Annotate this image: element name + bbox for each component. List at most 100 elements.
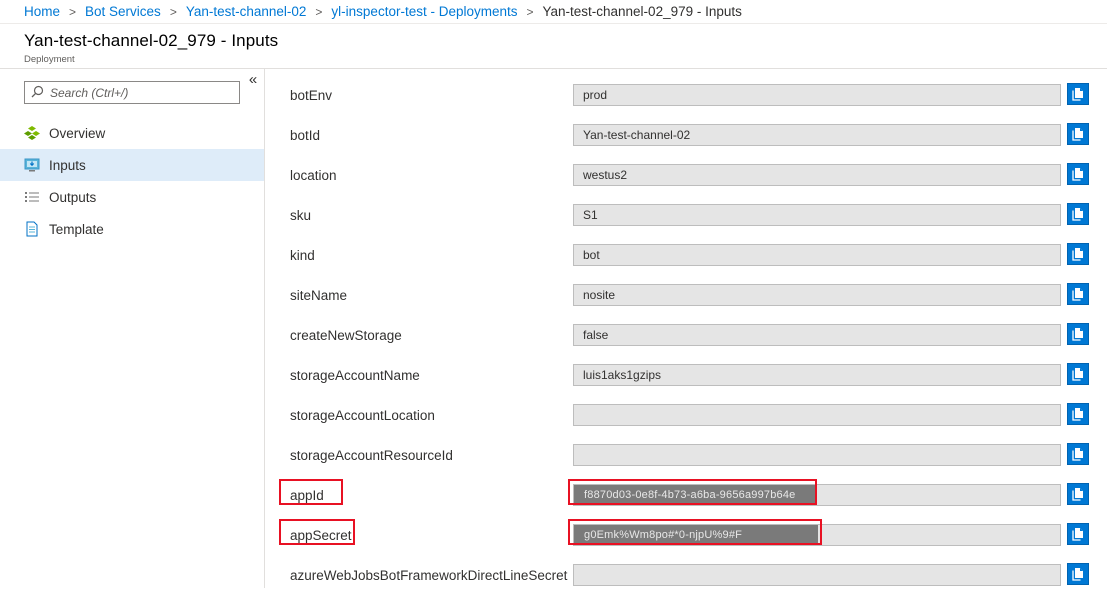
copy-button[interactable] (1067, 363, 1089, 385)
input-row: kind bot (265, 243, 1107, 284)
input-label: sku (290, 208, 312, 223)
input-row: appSecret g0Emk%Wm8po#*0-njpU%9#F (265, 519, 1107, 564)
input-value-text: luis1aks1gzips (583, 368, 662, 382)
input-value-field[interactable]: westus2 (573, 164, 1061, 186)
copy-button[interactable] (1067, 523, 1089, 545)
copy-icon (1071, 287, 1085, 301)
input-row: storageAccountResourceId (265, 443, 1107, 484)
breadcrumb-home[interactable]: Home (24, 4, 60, 19)
outputs-icon (24, 189, 40, 205)
breadcrumb-bot-services[interactable]: Bot Services (85, 4, 161, 19)
breadcrumb-separator-icon: > (169, 4, 177, 19)
input-value-field[interactable] (573, 564, 1061, 586)
breadcrumb: Home > Bot Services > Yan-test-channel-0… (0, 0, 1107, 24)
input-value-field[interactable]: prod (573, 84, 1061, 106)
input-label: botId (290, 128, 321, 143)
search-icon (31, 85, 44, 101)
copy-button[interactable] (1067, 243, 1089, 265)
highlight-box-label (279, 519, 355, 545)
page-title: Yan-test-channel-02_979 - Inputs (24, 31, 279, 50)
input-label: siteName (290, 288, 348, 303)
input-value-field[interactable]: bot (573, 244, 1061, 266)
sidebar-item-overview[interactable]: Overview (0, 117, 264, 149)
input-row: storageAccountName luis1aks1gzips (265, 363, 1107, 404)
copy-icon (1071, 447, 1085, 461)
input-value-field[interactable]: false (573, 324, 1061, 346)
copy-button[interactable] (1067, 403, 1089, 425)
sidebar-item-label: Inputs (49, 157, 86, 173)
sidebar-item-template[interactable]: Template (0, 213, 264, 245)
search-input[interactable] (50, 85, 230, 100)
input-value-text: prod (583, 88, 608, 102)
input-label: botEnv (290, 88, 333, 103)
breadcrumb-bot-resource[interactable]: Yan-test-channel-02 (186, 4, 307, 19)
copy-icon (1071, 167, 1085, 181)
copy-button[interactable] (1067, 83, 1089, 105)
copy-icon (1071, 247, 1085, 261)
copy-button[interactable] (1067, 483, 1089, 505)
inputs-icon (24, 157, 40, 173)
breadcrumb-deployments[interactable]: yl-inspector-test - Deployments (331, 4, 517, 19)
input-value-field[interactable]: Yan-test-channel-02 (573, 124, 1061, 146)
input-value-text: westus2 (583, 168, 628, 182)
input-row: location westus2 (265, 163, 1107, 204)
input-row: azureWebJobsBotFrameworkDirectLineSecret (265, 563, 1107, 604)
input-label: location (290, 168, 337, 183)
input-label: azureWebJobsBotFrameworkDirectLineSecret (290, 568, 568, 583)
inputs-panel: botEnv prod botId Yan-test-channel-02 locati… (265, 69, 1107, 588)
input-row: botEnv prod (265, 83, 1107, 124)
input-row: botId Yan-test-channel-02 (265, 123, 1107, 164)
page-subtitle: Deployment (24, 54, 75, 65)
page-header: Yan-test-channel-02_979 - Inputs Deploym… (0, 24, 1107, 69)
copy-button[interactable] (1067, 443, 1089, 465)
input-row: siteName nosite (265, 283, 1107, 324)
input-value-text: S1 (583, 208, 598, 222)
copy-button[interactable] (1067, 123, 1089, 145)
input-row: appId f8870d03-0e8f-4b73-a6ba-9656a997b64… (265, 479, 1107, 524)
copy-icon (1071, 367, 1085, 381)
copy-button[interactable] (1067, 563, 1089, 585)
copy-button[interactable] (1067, 203, 1089, 225)
input-value-field[interactable] (573, 404, 1061, 426)
copy-icon (1071, 487, 1085, 501)
input-value-field[interactable] (573, 444, 1061, 466)
search-box[interactable] (24, 81, 240, 104)
input-value-text: nosite (583, 288, 616, 302)
input-row: storageAccountLocation (265, 403, 1107, 444)
collapse-sidebar-button[interactable]: « (246, 71, 260, 88)
breadcrumb-separator-icon: > (526, 4, 534, 19)
highlight-box-label (279, 479, 343, 505)
input-label: storageAccountName (290, 368, 420, 383)
breadcrumb-separator-icon: > (69, 4, 77, 19)
copy-button[interactable] (1067, 323, 1089, 345)
overview-icon (24, 125, 40, 141)
template-icon (24, 221, 40, 237)
sidebar-item-inputs[interactable]: Inputs (0, 149, 264, 181)
input-label: createNewStorage (290, 328, 402, 343)
copy-icon (1071, 127, 1085, 141)
highlight-box-value (568, 519, 822, 545)
input-value-field[interactable]: nosite (573, 284, 1061, 306)
copy-button[interactable] (1067, 163, 1089, 185)
input-value-field[interactable]: S1 (573, 204, 1061, 226)
copy-icon (1071, 527, 1085, 541)
copy-icon (1071, 407, 1085, 421)
breadcrumb-current: Yan-test-channel-02_979 - Inputs (542, 4, 742, 19)
copy-icon (1071, 87, 1085, 101)
input-label: kind (290, 248, 315, 263)
sidebar-item-outputs[interactable]: Outputs (0, 181, 264, 213)
sidebar-item-label: Template (49, 221, 104, 237)
input-value-field[interactable]: luis1aks1gzips (573, 364, 1061, 386)
copy-icon (1071, 567, 1085, 581)
copy-button[interactable] (1067, 283, 1089, 305)
input-row: sku S1 (265, 203, 1107, 244)
copy-icon (1071, 207, 1085, 221)
input-value-text: bot (583, 248, 600, 262)
input-value-text: Yan-test-channel-02 (583, 128, 691, 142)
input-label: storageAccountLocation (290, 408, 435, 423)
input-row: createNewStorage false (265, 323, 1107, 364)
breadcrumb-separator-icon: > (315, 4, 323, 19)
sidebar-item-label: Outputs (49, 189, 97, 205)
input-label: storageAccountResourceId (290, 448, 453, 463)
sidebar-nav: Overview Inputs Outputs Template (0, 117, 264, 245)
